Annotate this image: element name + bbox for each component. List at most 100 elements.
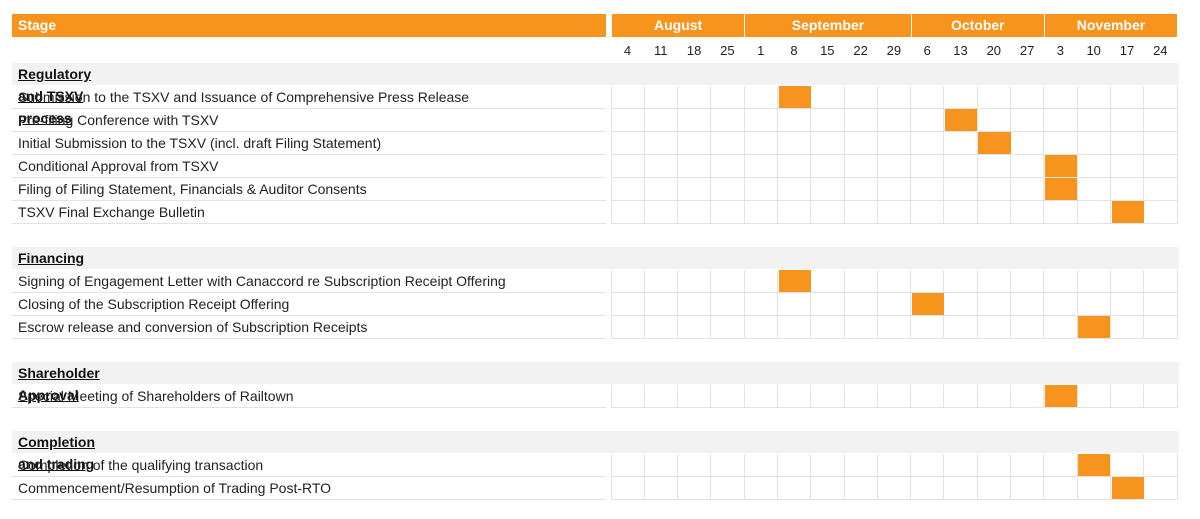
- grid-cell: [844, 385, 878, 408]
- grid-cell: [1077, 293, 1111, 316]
- grid-cell: [1143, 477, 1178, 500]
- grid-cell: [710, 178, 745, 201]
- grid-cell: [1077, 109, 1111, 132]
- grid-cell: [1077, 132, 1111, 155]
- grid-cell: [677, 270, 712, 293]
- grid-cell: [1143, 316, 1178, 339]
- task-bar: [945, 109, 978, 131]
- grid-cell: [677, 385, 712, 408]
- grid-cell: [1010, 385, 1045, 408]
- grid-cell: [777, 316, 812, 339]
- month-header: November: [1044, 14, 1178, 37]
- task-bar: [1111, 201, 1144, 223]
- week-label: 25: [720, 43, 735, 58]
- task-bar: [978, 132, 1011, 154]
- grid-cell: [1110, 454, 1145, 477]
- grid-cell: [1043, 86, 1078, 109]
- grid-cell: [1143, 109, 1178, 132]
- grid-cell: [877, 477, 912, 500]
- row-divider: [12, 223, 606, 224]
- week-label: 20: [986, 43, 1002, 58]
- grid-cell: [944, 316, 978, 339]
- grid-cell: [1010, 454, 1045, 477]
- grid-cell: [710, 316, 745, 339]
- grid-cell: [644, 201, 679, 224]
- grid-cell: [877, 293, 912, 316]
- week-label: 15: [820, 43, 835, 58]
- grid-cell: [1077, 201, 1111, 224]
- task-label: Initial Submission to the TSXV (incl. dr…: [18, 135, 382, 151]
- grid-cell: [844, 477, 878, 500]
- task-bar: [1078, 316, 1111, 338]
- grid-cell: [810, 109, 845, 132]
- week-label: 29: [886, 43, 902, 58]
- week-label: 3: [1056, 43, 1064, 58]
- grid-cell: [1110, 109, 1145, 132]
- task-bar: [1044, 385, 1078, 407]
- grid-cell: [810, 385, 845, 408]
- grid-cell: [1143, 293, 1178, 316]
- grid-cell: [677, 201, 712, 224]
- grid-cell: [810, 155, 845, 178]
- task-bar: [1111, 477, 1144, 499]
- grid-cell: [744, 178, 778, 201]
- grid-cell: [1043, 270, 1078, 293]
- grid-cell: [1043, 109, 1078, 132]
- grid-cell: [977, 454, 1012, 477]
- row-divider: [12, 338, 606, 339]
- grid-cell: [644, 454, 679, 477]
- grid-cell: [710, 454, 745, 477]
- task-label: Special Meeting of Shareholders of Railt…: [18, 388, 294, 404]
- grid-cell: [1077, 155, 1111, 178]
- grid-cell: [777, 178, 812, 201]
- grid-cell: [810, 270, 845, 293]
- grid-cell: [644, 477, 679, 500]
- grid-cell: [611, 132, 645, 155]
- grid-cell: [977, 109, 1012, 132]
- grid-cell: [744, 477, 778, 500]
- grid-cell: [611, 109, 645, 132]
- grid-cell: [1010, 155, 1045, 178]
- section-header-bg: [12, 362, 1179, 384]
- month-header: October: [911, 14, 1044, 37]
- grid-cell: [877, 316, 912, 339]
- grid-cell: [1010, 86, 1045, 109]
- grid-cell: [644, 132, 679, 155]
- grid-cell: [944, 155, 978, 178]
- grid-cell: [810, 86, 845, 109]
- grid-cell: [1043, 132, 1078, 155]
- grid-cell: [611, 201, 645, 224]
- grid-cell: [810, 293, 845, 316]
- grid-cell: [1077, 270, 1111, 293]
- grid-cell: [710, 477, 745, 500]
- grid-cell: [611, 86, 645, 109]
- grid-cell: [844, 109, 878, 132]
- grid-cell: [910, 201, 945, 224]
- grid-cell: [910, 178, 945, 201]
- grid-cell: [744, 109, 778, 132]
- grid-cell: [877, 155, 912, 178]
- grid-cell: [877, 270, 912, 293]
- grid-cell: [644, 155, 679, 178]
- grid-cell: [1010, 201, 1045, 224]
- grid-cell: [910, 132, 945, 155]
- grid-cell: [844, 316, 878, 339]
- grid-cell: [777, 109, 812, 132]
- task-bar: [1044, 155, 1078, 177]
- grid-cell: [1010, 178, 1045, 201]
- grid-cell: [1043, 293, 1078, 316]
- grid-cell: [777, 385, 812, 408]
- grid-cell: [877, 385, 912, 408]
- grid-cell: [910, 477, 945, 500]
- week-label: 18: [686, 43, 702, 58]
- task-label: Closing of the Subscription Receipt Offe…: [18, 296, 290, 312]
- week-label: 4: [623, 43, 632, 58]
- week-label: 13: [953, 43, 968, 58]
- grid-cell: [877, 178, 912, 201]
- grid-cell: [944, 385, 978, 408]
- grid-cell: [944, 477, 978, 500]
- week-label: 8: [790, 43, 798, 58]
- task-label: Commencement/Resumption of Trading Post-…: [18, 480, 332, 496]
- grid-cell: [677, 477, 712, 500]
- grid-cell: [644, 293, 679, 316]
